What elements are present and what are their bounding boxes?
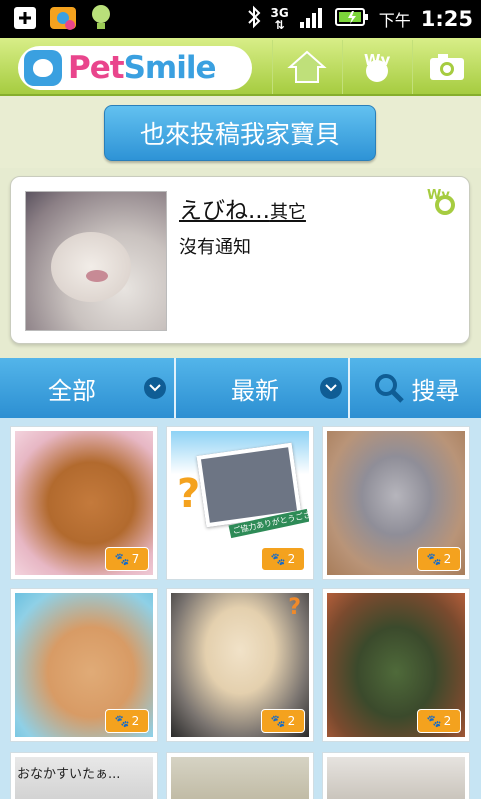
- search-button[interactable]: 搜尋: [350, 358, 481, 418]
- sort-filter[interactable]: 最新: [176, 358, 350, 418]
- app-notification-icon: [48, 3, 78, 33]
- pet-photo-rabbit: 🐾 2: [327, 431, 465, 575]
- pet-photo-tile[interactable]: 🐾 7: [10, 426, 158, 580]
- pet-photo-turtle: 🐾 2: [327, 593, 465, 737]
- network-type: 3G ⇅: [270, 6, 289, 32]
- pet-photo-cat: ? ご協力ありがとうございます 🐾 2: [171, 431, 309, 575]
- chevron-down-icon: [320, 377, 342, 399]
- chevron-down-icon: [144, 377, 166, 399]
- wv-badge-icon: Wv: [425, 185, 459, 221]
- signal-icon: [299, 6, 325, 32]
- pet-photo-partial: [327, 757, 465, 799]
- pet-photo-tile[interactable]: 🐾 2: [322, 588, 470, 742]
- like-count-badge: 🐾 2: [417, 709, 461, 733]
- home-button[interactable]: [272, 40, 340, 94]
- lightbulb-icon: [86, 3, 116, 33]
- photo-grid: 🐾 7 ? ご協力ありがとうございます 🐾 2 🐾 2 🐾 2 ? 🐾 2 🐾 2: [0, 418, 481, 799]
- home-icon: [286, 50, 327, 83]
- notification-text: 沒有通知: [179, 237, 251, 258]
- camera-button[interactable]: [412, 40, 480, 94]
- like-count-badge: 🐾 2: [417, 547, 461, 571]
- question-mark-icon: ?: [288, 595, 301, 620]
- battery-icon: [334, 7, 369, 31]
- profile-avatar[interactable]: [25, 191, 167, 331]
- category-filter[interactable]: 全部: [0, 358, 176, 418]
- pet-photo-tile[interactable]: ? 🐾 2: [166, 588, 314, 742]
- logo-text: PetSmile: [68, 50, 216, 86]
- post-area: 也來投稿我家寶貝: [0, 96, 481, 168]
- usb-debug-icon: [10, 3, 40, 33]
- pet-photo-tile[interactable]: 🐾 2: [10, 588, 158, 742]
- app-header: PetSmile Wv: [0, 38, 481, 96]
- pet-photo-hamster: 🐾 2: [15, 593, 153, 737]
- pet-face-icon: [24, 50, 62, 86]
- pet-photo-tile[interactable]: 🐾 2: [322, 426, 470, 580]
- pet-photo-poodle: 🐾 7: [15, 431, 153, 575]
- profile-name[interactable]: えびね...其它: [179, 191, 306, 225]
- wv-pet-icon: Wv: [364, 51, 391, 82]
- pet-photo-tile[interactable]: ? ご協力ありがとうございます 🐾 2: [166, 426, 314, 580]
- pet-photo-tile[interactable]: [166, 752, 314, 799]
- status-bar: 3G ⇅ 下午 1:25: [0, 0, 481, 38]
- pet-photo-partial: おなかすいたぁ...: [15, 757, 153, 799]
- photo-caption: おなかすいたぁ...: [17, 767, 121, 782]
- pet-photo-tile[interactable]: おなかすいたぁ...: [10, 752, 158, 799]
- profile-category: 其它: [269, 202, 306, 223]
- like-count-badge: 🐾 7: [105, 547, 149, 571]
- clock: 1:25: [420, 7, 473, 31]
- petsmile-logo[interactable]: PetSmile: [18, 46, 252, 90]
- question-mark-icon: ?: [177, 471, 201, 517]
- sort-filter-label: 最新: [231, 376, 279, 405]
- time-ampm: 下午: [378, 11, 411, 30]
- pet-photo-tile[interactable]: [322, 752, 470, 799]
- like-count-badge: 🐾 2: [261, 547, 305, 571]
- bluetooth-icon: [247, 5, 261, 33]
- filter-bar: 全部 最新 搜尋: [0, 358, 481, 418]
- like-count-badge: 🐾 2: [105, 709, 149, 733]
- category-filter-label: 全部: [48, 376, 96, 405]
- my-pets-button[interactable]: Wv: [342, 40, 410, 94]
- profile-card[interactable]: えびね...其它 沒有通知 Wv: [10, 176, 470, 344]
- search-icon: [374, 374, 404, 403]
- like-count-badge: 🐾 2: [261, 709, 305, 733]
- pet-photo-partial: [171, 757, 309, 799]
- svg-text:Wv: Wv: [427, 188, 450, 203]
- post-my-pet-button[interactable]: 也來投稿我家寶貝: [104, 105, 376, 161]
- camera-icon: [429, 54, 464, 80]
- svg-text:Wv: Wv: [364, 51, 391, 69]
- search-label: 搜尋: [411, 376, 460, 405]
- pet-photo-dog: ? 🐾 2: [171, 593, 309, 737]
